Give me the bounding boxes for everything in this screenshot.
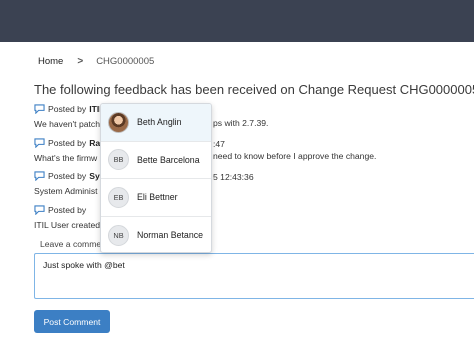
- avatar: [108, 111, 129, 133]
- breadcrumb-home-link[interactable]: Home: [38, 56, 63, 67]
- mention-option-name: Eli Bettner: [137, 192, 178, 203]
- mention-option[interactable]: NB Norman Betance: [101, 217, 211, 253]
- comment-textarea[interactable]: Just spoke with @bet: [34, 253, 474, 299]
- post-comment-button[interactable]: Post Comment: [34, 310, 110, 333]
- feedback-entry: Posted by ITIL We haven't patch: [34, 104, 105, 129]
- breadcrumb: Home > CHG0000005: [38, 56, 154, 67]
- leave-comment-label: Leave a comme: [40, 239, 102, 249]
- posted-by-label: Posted by: [48, 104, 87, 114]
- feedback-entry: Posted by Sys System Administ: [34, 171, 105, 196]
- mention-option[interactable]: EB Eli Bettner: [101, 179, 211, 217]
- entry-meta-tail: :47: [213, 139, 225, 149]
- entry-body-tail: need to know before I approve the change…: [213, 151, 377, 161]
- posted-by-label: Posted by: [48, 171, 87, 181]
- entry-body-tail: ps with 2.7.39.: [213, 118, 269, 128]
- comment-icon: [34, 171, 45, 181]
- feedback-entry: Posted by Ran What's the firmw: [34, 138, 105, 163]
- breadcrumb-current: CHG0000005: [96, 56, 155, 67]
- avatar: BB: [108, 149, 129, 171]
- chevron-right-icon: >: [77, 56, 84, 67]
- entry-body: ITIL User created: [34, 220, 101, 230]
- comment-icon: [34, 138, 45, 148]
- mention-option[interactable]: BB Bette Barcelona: [101, 142, 211, 179]
- entry-body: We haven't patch: [34, 119, 100, 129]
- top-navigation-bar: [0, 0, 474, 42]
- comment-icon: [34, 104, 45, 114]
- feedback-entry: Posted by ITIL User created: [34, 205, 100, 230]
- entry-body: What's the firmw: [34, 153, 98, 163]
- avatar: NB: [108, 224, 129, 246]
- entry-meta-tail: 5 12:43:36: [213, 172, 254, 182]
- avatar: EB: [108, 186, 129, 208]
- comment-icon: [34, 205, 45, 215]
- posted-by-label: Posted by: [48, 138, 87, 148]
- mention-option-name: Beth Anglin: [137, 117, 182, 128]
- comment-input-value: Just spoke with @bet: [43, 260, 125, 270]
- mention-option[interactable]: Beth Anglin: [101, 104, 211, 142]
- mention-suggestion-dropdown: Beth Anglin BB Bette Barcelona EB Eli Be…: [100, 103, 212, 253]
- posted-by-label: Posted by: [48, 205, 87, 215]
- mention-option-name: Bette Barcelona: [137, 154, 200, 165]
- entry-body: System Administ: [34, 186, 98, 196]
- page-title: The following feedback has been received…: [34, 82, 474, 97]
- mention-option-name: Norman Betance: [137, 230, 204, 241]
